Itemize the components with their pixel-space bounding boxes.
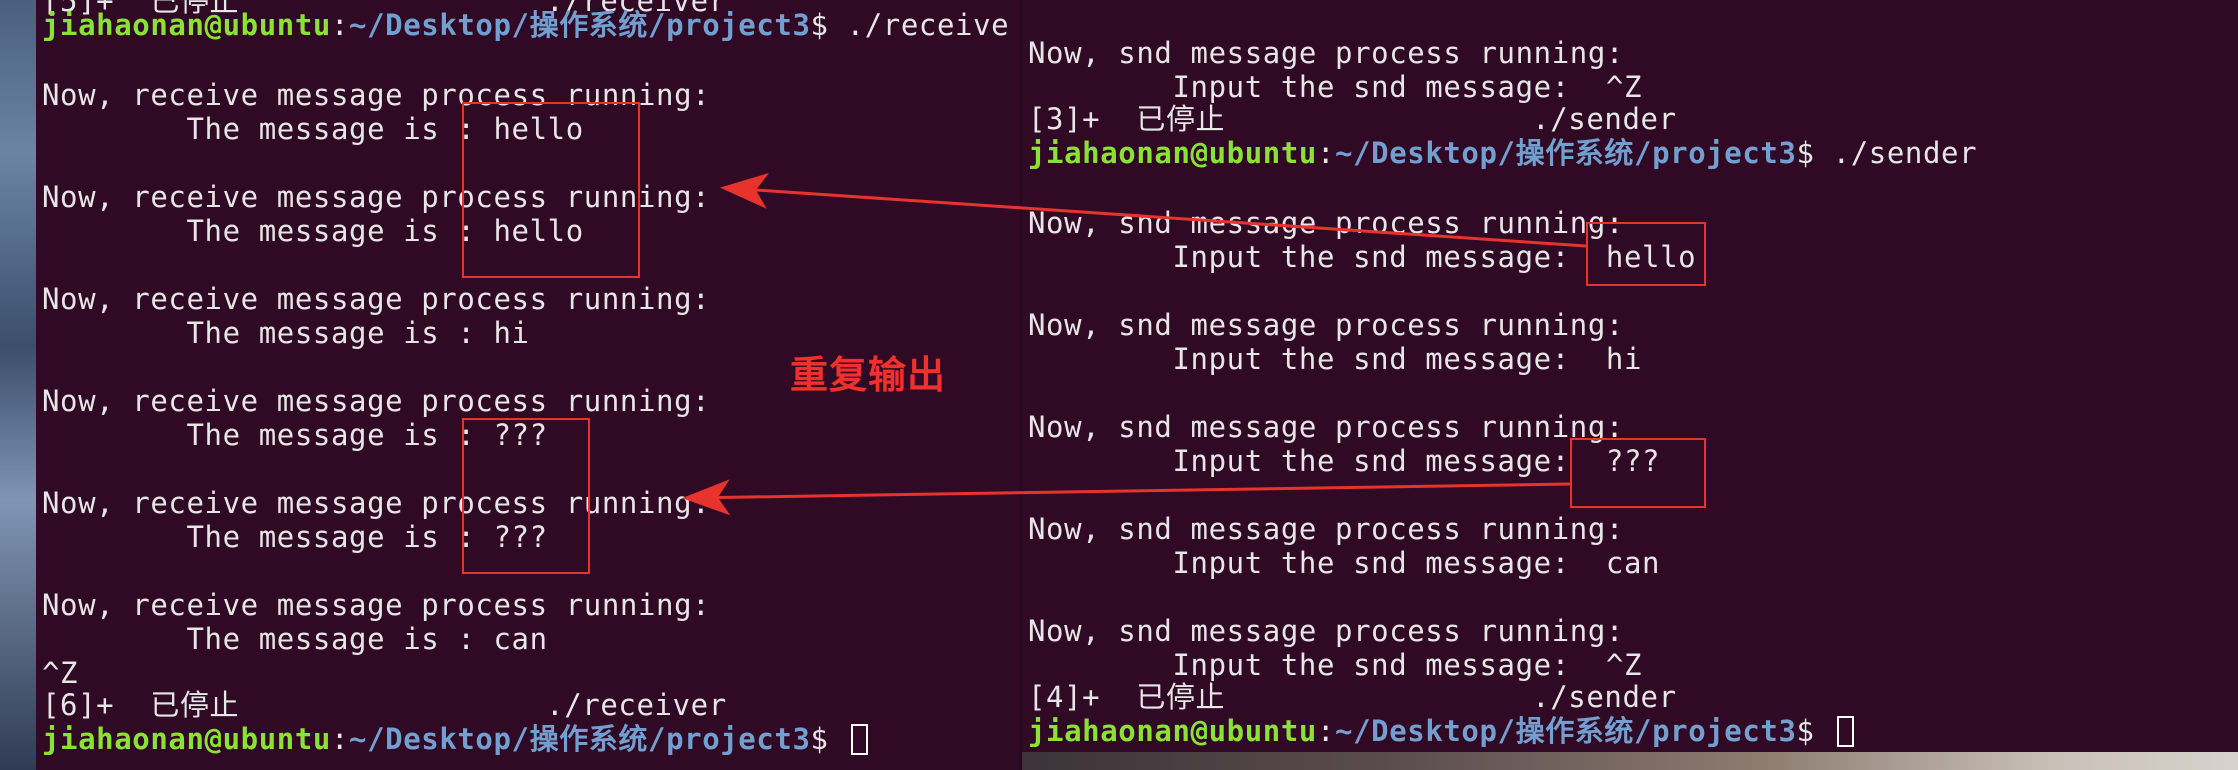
terminal-line: Now, snd message process running: (1028, 308, 1624, 342)
shell-prompt: jiahaonan@ubuntu:~/Desktop/操作系统/project3… (42, 722, 868, 756)
terminal-line: Now, receive message process running: (42, 588, 711, 622)
annotation-box-hello-repeat (462, 102, 640, 278)
terminal-line: The message is : can (42, 622, 548, 656)
prompt-command: $ ./sender (1796, 136, 1978, 170)
terminal-line: [3]+ 已停止 ./sender (1028, 102, 1677, 136)
prompt-command: $ (1796, 714, 1833, 748)
text-cursor (850, 724, 868, 755)
annotation-label: 重复输出 (790, 353, 947, 397)
prompt-command: $ (810, 722, 847, 756)
prompt-user: jiahaonan@ubuntu (1028, 136, 1317, 170)
annotation-box-sent-hello (1586, 222, 1706, 286)
terminal-line: Input the snd message: hi (1028, 342, 1643, 376)
terminal-line: Now, snd message process running: (1028, 614, 1624, 648)
terminal-line: [4]+ 已停止 ./sender (1028, 680, 1677, 714)
text-cursor (1836, 716, 1854, 747)
prompt-separator: : (330, 8, 350, 42)
shell-prompt: jiahaonan@ubuntu:~/Desktop/操作系统/project3… (42, 8, 1009, 42)
terminal-line: Input the snd message: ??? (1028, 444, 1661, 478)
terminal-line: Now, receive message process running: (42, 486, 711, 520)
terminal-line: Now, snd message process running: (1028, 206, 1624, 240)
prompt-separator: : (1316, 136, 1336, 170)
terminal-sender[interactable]: Now, snd message process running: Input … (1022, 0, 2238, 752)
terminal-line: Now, receive message process running: (42, 282, 711, 316)
prompt-user: jiahaonan@ubuntu (42, 8, 331, 42)
prompt-separator: : (330, 722, 350, 756)
prompt-separator: : (1316, 714, 1336, 748)
desktop-wallpaper-bottom (1020, 752, 2238, 770)
terminal-line: [6]+ 已停止 ./receiver (42, 688, 727, 722)
shell-prompt: jiahaonan@ubuntu:~/Desktop/操作系统/project3… (1028, 714, 1854, 748)
annotation-box-question-repeat (462, 418, 590, 574)
terminal-line: Input the snd message: ^Z (1028, 70, 1643, 104)
prompt-path: ~/Desktop/操作系统/project3 (1335, 714, 1797, 748)
terminal-line: ^Z (42, 656, 79, 690)
prompt-user: jiahaonan@ubuntu (42, 722, 331, 756)
annotation-box-sent-question (1570, 438, 1706, 508)
terminal-line: The message is : hi (42, 316, 530, 350)
terminal-line: Input the snd message: ^Z (1028, 648, 1643, 682)
prompt-path: ~/Desktop/操作系统/project3 (1335, 136, 1797, 170)
shell-prompt: jiahaonan@ubuntu:~/Desktop/操作系统/project3… (1028, 136, 1977, 170)
terminal-line: Now, snd message process running: (1028, 410, 1624, 444)
prompt-path: ~/Desktop/操作系统/project3 (349, 8, 811, 42)
prompt-command: $ ./receive (810, 8, 1010, 42)
terminal-line: Now, snd message process running: (1028, 36, 1624, 70)
terminal-line: Now, receive message process running: (42, 384, 711, 418)
prompt-user: jiahaonan@ubuntu (1028, 714, 1317, 748)
terminal-line: Now, snd message process running: (1028, 512, 1624, 546)
prompt-path: ~/Desktop/操作系统/project3 (349, 722, 811, 756)
desktop-wallpaper-left (0, 0, 36, 770)
terminal-line: Input the snd message: can (1028, 546, 1661, 580)
